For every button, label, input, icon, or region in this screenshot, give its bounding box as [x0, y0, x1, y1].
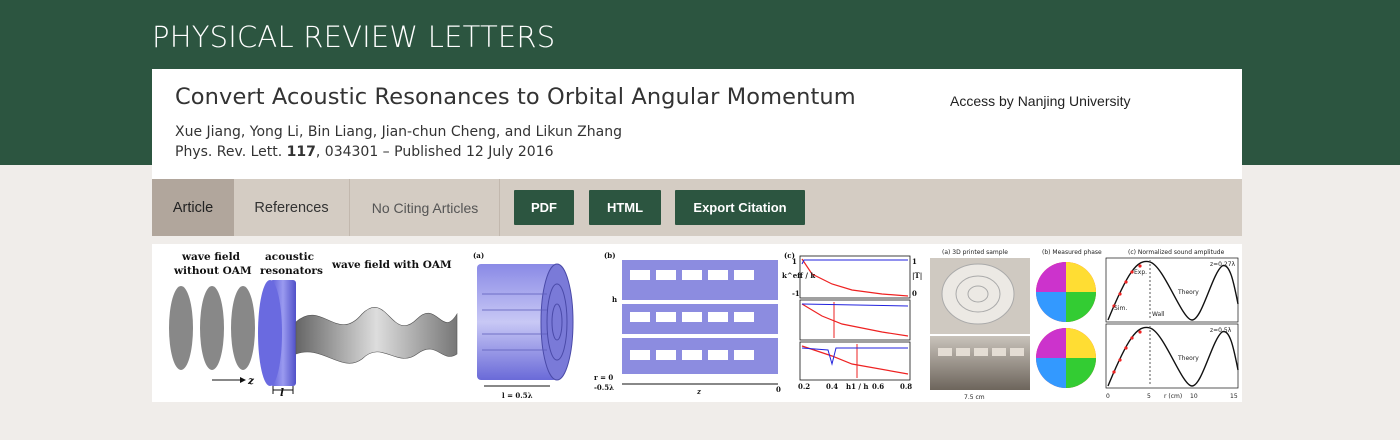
amp-wall: Wall	[1152, 311, 1165, 318]
photo-sample-side	[930, 336, 1030, 390]
export-citation-button[interactable]: Export Citation	[675, 190, 805, 225]
journal-title[interactable]: PHYSICAL REVIEW LETTERS	[152, 20, 555, 54]
h-label: h	[612, 295, 617, 304]
amp-z2: z=0.5λ	[1210, 327, 1232, 334]
c-right-tick-1: 1	[912, 257, 917, 266]
resonator-structure: (a) l = 0.5λ (b) h r = 0 -0.5λ z 0 (c) 1…	[470, 244, 926, 402]
panel-b-label: (b)	[604, 251, 616, 260]
amp-sim: Sim.	[1114, 305, 1127, 312]
abstract-figure[interactable]: wave field without OAM acoustic resonato…	[152, 244, 1242, 402]
label-resonators-2: resonators	[260, 265, 323, 277]
amp-x-tick-3: 10	[1190, 393, 1198, 400]
label-wave-without-1: wave field	[181, 251, 241, 263]
title-amplitude: (c) Normalized sound amplitude	[1128, 249, 1225, 256]
pdf-button[interactable]: PDF	[514, 190, 574, 225]
panel-a-label: (a)	[473, 251, 484, 260]
c-x-label: h1 / h	[846, 382, 868, 391]
label-resonators-1: acoustic	[265, 251, 314, 263]
label-wave-without-2: without OAM	[173, 265, 252, 277]
t-label: |T|	[912, 271, 922, 280]
access-info: Access by Nanjing University	[950, 93, 1131, 109]
article-header: Convert Acoustic Resonances to Orbital A…	[152, 69, 1242, 179]
tab-references[interactable]: References	[234, 179, 350, 236]
label-wave-with: wave field with OAM	[331, 259, 452, 271]
amp-x-tick-1: 0	[1106, 393, 1110, 400]
r-zero-label: r = 0	[594, 373, 613, 382]
citation-line: Phys. Rev. Lett. 117, 034301 – Published…	[175, 144, 554, 160]
plane-wave-2	[200, 286, 224, 370]
resonator-face	[258, 280, 282, 386]
amp-x-tick-4: 15	[1230, 393, 1238, 400]
title-phase: (b) Measured phase	[1042, 249, 1102, 256]
c-x-tick-1: 0.2	[798, 382, 810, 391]
html-button[interactable]: HTML	[589, 190, 661, 225]
cylinder-end	[540, 263, 574, 381]
article-tabs: Article References No Citing Articles PD…	[152, 179, 1242, 236]
c-x-tick-4: 0.8	[900, 382, 912, 391]
plane-wave-1	[169, 286, 193, 370]
c-left-tick-1: 1	[792, 257, 797, 266]
helical-wavefront	[295, 307, 458, 364]
plane-wave-3	[231, 286, 255, 370]
keff-label: k^eff / k	[782, 271, 815, 280]
amp-exp: Exp.	[1134, 269, 1147, 276]
figure-graphic: wave field without OAM acoustic resonato…	[169, 244, 1239, 402]
oam-schematic: wave field without OAM acoustic resonato…	[169, 251, 458, 399]
amp-theory-1: Theory	[1177, 289, 1199, 296]
c-right-tick-2: 0	[912, 289, 917, 298]
citation-journal: Phys. Rev. Lett.	[175, 144, 283, 160]
citation-volume: 117	[286, 144, 316, 160]
scale-label: 7.5 cm	[964, 394, 985, 401]
article-title: Convert Acoustic Resonances to Orbital A…	[175, 84, 856, 110]
cylinder-length: l = 0.5λ	[502, 391, 533, 400]
amp-z1: z=0.27λ	[1210, 261, 1236, 268]
z-label: z	[247, 375, 255, 387]
b-zero-label: 0	[776, 385, 781, 394]
tab-citing-articles[interactable]: No Citing Articles	[350, 179, 500, 236]
title-sample: (a) 3D printed sample	[942, 249, 1008, 256]
l-label: l	[280, 387, 284, 399]
amp-theory-2: Theory	[1177, 355, 1199, 362]
amp-x-label: r (cm)	[1164, 393, 1182, 400]
experimental-results: (a) 3D printed sample 7.5 cm (b) Measure…	[930, 249, 1239, 401]
c-left-tick-2: -1	[792, 289, 800, 298]
amp-x-tick-2: 5	[1147, 393, 1151, 400]
citation-details: , 034301 – Published 12 July 2016	[315, 144, 554, 160]
r-tick-label: -0.5λ	[594, 383, 614, 392]
article-authors: Xue Jiang, Yong Li, Bin Liang, Jian-chun…	[175, 124, 622, 140]
tab-article[interactable]: Article	[152, 179, 234, 236]
c-x-tick-2: 0.4	[826, 382, 838, 391]
c-x-tick-3: 0.6	[872, 382, 884, 391]
